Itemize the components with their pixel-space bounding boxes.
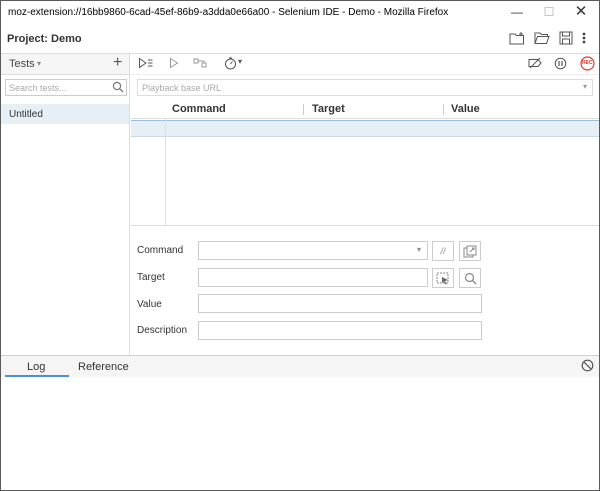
open-reference-icon[interactable]	[459, 241, 481, 261]
description-label: Description	[137, 325, 188, 336]
column-target: Target	[312, 103, 345, 115]
record-icon[interactable]: REC	[580, 56, 596, 71]
tests-header: Tests ▾ +	[1, 54, 129, 75]
value-label: Value	[137, 299, 162, 310]
new-project-icon[interactable]	[509, 31, 527, 47]
log-output	[1, 377, 599, 490]
speed-icon[interactable]: ▾	[224, 57, 246, 71]
tests-sidebar: Tests ▾ + Untitled	[1, 54, 130, 355]
project-name[interactable]: Demo	[51, 33, 82, 45]
description-field	[198, 321, 482, 340]
description-input[interactable]	[199, 322, 481, 339]
command-field: ▾	[198, 241, 428, 260]
line-number-divider	[165, 119, 166, 225]
search-tests	[5, 79, 127, 96]
tab-log[interactable]: Log	[27, 361, 45, 373]
target-label: Target	[137, 272, 165, 283]
command-input[interactable]	[199, 242, 427, 259]
tests-dropdown[interactable]: Tests	[9, 58, 35, 70]
save-project-icon[interactable]	[559, 31, 577, 47]
speed-caret: ▾	[238, 57, 243, 66]
target-input[interactable]	[199, 269, 427, 286]
value-field	[198, 294, 482, 313]
tab-reference[interactable]: Reference	[78, 361, 129, 373]
maximize-button[interactable]: ☐	[533, 1, 565, 25]
chevron-down-icon[interactable]: ▾	[417, 245, 421, 254]
bottom-panel-tabs: Log Reference	[1, 355, 599, 377]
column-divider[interactable]	[443, 104, 444, 115]
test-item-untitled[interactable]: Untitled	[1, 104, 129, 124]
disable-breakpoints-icon[interactable]	[527, 57, 543, 71]
project-label: Project:	[7, 33, 48, 45]
title-bar: moz-extension://16bb9860-6cad-45ef-86b9-…	[1, 1, 599, 25]
window-title: moz-extension://16bb9860-6cad-45ef-86b9-…	[8, 7, 449, 18]
project-bar: Project: Demo	[1, 25, 599, 54]
step-over-icon[interactable]	[193, 57, 209, 71]
select-target-icon[interactable]	[432, 268, 454, 288]
open-project-icon[interactable]	[534, 31, 552, 47]
add-test-button[interactable]: +	[113, 54, 122, 72]
firefox-window: moz-extension://16bb9860-6cad-45ef-86b9-…	[0, 0, 600, 491]
column-divider[interactable]	[303, 104, 304, 115]
project-title: Project: Demo	[7, 33, 82, 45]
search-tests-input[interactable]	[6, 80, 106, 95]
search-icon	[112, 81, 124, 96]
playback-toolbar: ▾ REC	[131, 54, 599, 75]
record-label: REC	[582, 60, 593, 66]
commands-table	[131, 119, 599, 226]
chevron-down-icon[interactable]: ▾	[583, 82, 587, 91]
commands-table-header: Command Target Value	[131, 100, 599, 119]
base-url-field: ▾	[137, 79, 593, 96]
chevron-down-icon[interactable]: ▾	[37, 59, 41, 68]
run-all-icon[interactable]	[138, 57, 154, 71]
value-input[interactable]	[199, 295, 481, 312]
base-url-input[interactable]	[138, 80, 568, 95]
run-current-icon[interactable]	[168, 57, 184, 71]
table-row[interactable]	[131, 120, 599, 137]
minimize-button[interactable]: —	[501, 1, 533, 25]
comment-toggle-button[interactable]: //	[432, 241, 454, 261]
find-target-icon[interactable]	[459, 268, 481, 288]
more-icon[interactable]	[581, 31, 591, 47]
clear-log-icon[interactable]	[581, 359, 594, 375]
pause-on-exceptions-icon[interactable]	[554, 57, 570, 71]
column-command: Command	[172, 103, 226, 115]
command-label: Command	[137, 245, 184, 256]
close-button[interactable]: ✕	[565, 1, 597, 25]
column-value: Value	[451, 103, 480, 115]
target-field	[198, 268, 428, 287]
